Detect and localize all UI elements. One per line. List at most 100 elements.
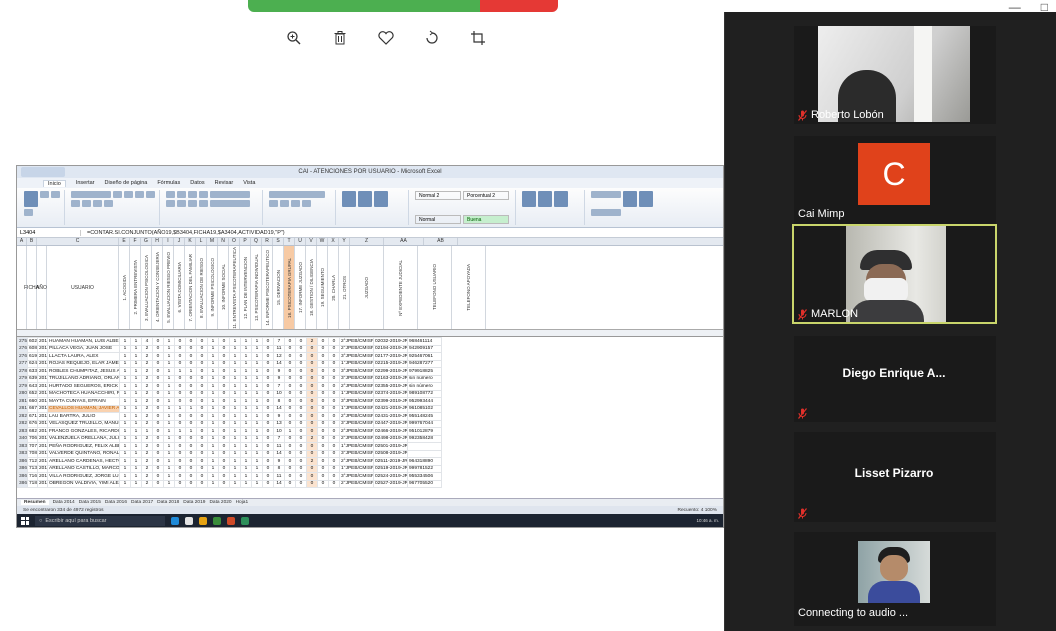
table-cell[interactable]: 0 [196,412,208,421]
column-letter[interactable]: X [328,238,339,245]
table-cell[interactable]: 624 [27,359,38,368]
table-cell[interactable]: 1 [207,382,219,391]
trash-icon[interactable] [328,26,352,50]
table-cell[interactable]: 2 [141,352,153,361]
table-cell[interactable]: 1 [251,419,263,428]
table-cell[interactable]: 676 [27,419,38,428]
table-cell[interactable]: 1 [251,404,263,413]
sheet-tab[interactable]: Data 2018 [157,500,179,505]
table-cell[interactable]: 1 [251,412,263,421]
table-cell[interactable]: 0 [196,367,208,376]
table-cell[interactable]: 1 [240,367,252,376]
table-cell[interactable]: 0 [284,359,296,368]
column-header[interactable]: 10. INFORME SOCIAL [218,246,229,329]
table-cell[interactable]: 02374-2019-JR-FT-01 [373,389,408,398]
table-cell[interactable]: 1 [163,374,175,383]
name[interactable]: VELASQUEZ TRUJILLO, MANUEL MAGUINIO [47,419,120,428]
row-number[interactable]: 2802 [17,389,28,398]
table-cell[interactable]: 1 [163,352,175,361]
table-cell[interactable]: 0 [328,427,340,436]
table-cell[interactable]: 1 [207,344,219,353]
table-cell[interactable]: 1 [207,427,219,436]
table-cell[interactable]: 0 [196,389,208,398]
table-cell[interactable]: 619 [27,352,38,361]
table-cell[interactable]: 0 [306,359,318,368]
table-cell[interactable]: 671 [27,412,38,421]
table-cell[interactable]: 02299-2019-JR-FT-01 [373,367,408,376]
row-number[interactable]: 3868 [17,479,28,488]
table-cell[interactable]: 1 [229,352,241,361]
table-cell[interactable]: 0 [218,472,230,481]
column-header[interactable]: 8. EVALUACION DE RIESGO [196,246,207,329]
table-cell[interactable]: 1 [207,359,219,368]
editing-group[interactable] [588,190,668,225]
table-cell[interactable]: 9 [273,457,285,466]
table-cell[interactable]: 0 [284,404,296,413]
table-cell[interactable]: 0 [295,352,307,361]
table-cell[interactable]: 0 [328,352,340,361]
table-cell[interactable]: 1 [207,479,219,488]
table-cell[interactable]: 0 [328,419,340,428]
excel-app-icon[interactable] [241,516,249,525]
table-cell[interactable]: 0 [152,464,164,473]
style-porcentual-2[interactable]: Porcentual 2 [463,191,509,200]
table-cell[interactable]: 0 [284,337,296,346]
table-cell[interactable]: 0 [328,404,340,413]
table-cell[interactable]: 1 [207,449,219,458]
table-cell[interactable]: 3°JPEB/CMISP [339,352,374,361]
table-cell[interactable]: 1 [185,404,197,413]
table-cell[interactable]: 0 [328,382,340,391]
table-cell[interactable]: 02447-2019-JR-FT-01 [373,419,408,428]
table-cell[interactable]: 1 [207,352,219,361]
table-row[interactable]: 38397082019VALVERDE QUINTANO, RONAL11201… [17,449,442,458]
table-cell[interactable]: 11 [273,442,285,451]
table-cell[interactable]: 0 [196,359,208,368]
table-cell[interactable]: 1 [119,427,131,436]
table-cell[interactable]: 1 [130,344,142,353]
office-icon[interactable] [227,516,235,525]
name[interactable]: MACHOTECA HUANACCHIRI, ROBERT JEFFERSON [47,389,120,398]
table-cell[interactable]: 0 [196,337,208,346]
table-cell[interactable]: 2 [141,397,153,406]
table-cell[interactable]: 02527-2019-JR-FT-01 [373,479,408,488]
table-cell[interactable]: 0 [328,434,340,443]
style-buena[interactable]: Buena [463,215,509,224]
table-cell[interactable]: 0 [174,457,186,466]
table-cell[interactable]: 1 [163,397,175,406]
table-cell[interactable]: 02194-2019-JR-FT-01 [373,344,408,353]
sheet-tab[interactable]: Data 2014 [53,500,75,505]
table-cell[interactable]: 0 [185,472,197,481]
table-cell[interactable]: 2019 [37,367,48,376]
table-cell[interactable]: 1 [130,464,142,473]
table-cell[interactable]: 0 [262,464,274,473]
table-cell[interactable]: 652 [27,389,38,398]
table-cell[interactable]: 1 [251,427,263,436]
stop-share-button[interactable] [480,0,558,12]
table-cell[interactable]: 0 [284,434,296,443]
row-number[interactable]: 2768 [17,344,28,353]
table-cell[interactable]: 1 [251,457,263,466]
table-cell[interactable]: 3°JPEB/CMISP [339,449,374,458]
table-cell[interactable]: 0 [295,344,307,353]
table-cell[interactable]: 2019 [37,412,48,421]
table-cell[interactable]: 1 [174,404,186,413]
column-header[interactable]: TELEFONO USUARIO [418,246,452,329]
table-row[interactable]: 27686082019PILLACA VEGA, JUAN JOSE112010… [17,344,442,353]
table-cell[interactable]: 0 [306,367,318,376]
table-cell[interactable]: 2 [141,404,153,413]
table-row[interactable]: 38657132019ARELLANO CASTILLO, MARCO ANTO… [17,464,442,473]
table-cell[interactable]: 0 [196,419,208,428]
table-cell[interactable]: 0 [218,442,230,451]
table-cell[interactable]: 0 [152,337,164,346]
table-cell[interactable]: 0 [306,442,318,451]
table-cell[interactable]: 1 [240,337,252,346]
table-cell[interactable]: 1 [119,472,131,481]
table-cell[interactable]: 10 [273,427,285,436]
table-cell[interactable]: 0 [306,449,318,458]
tab-vista[interactable]: Vista [243,180,255,186]
table-cell[interactable]: 0 [317,479,329,488]
table-cell[interactable]: 961085102 [407,404,442,413]
table-cell[interactable]: 0 [306,352,318,361]
table-cell[interactable]: 14 [273,449,285,458]
column-header[interactable]: 21. OTROS [339,246,350,329]
